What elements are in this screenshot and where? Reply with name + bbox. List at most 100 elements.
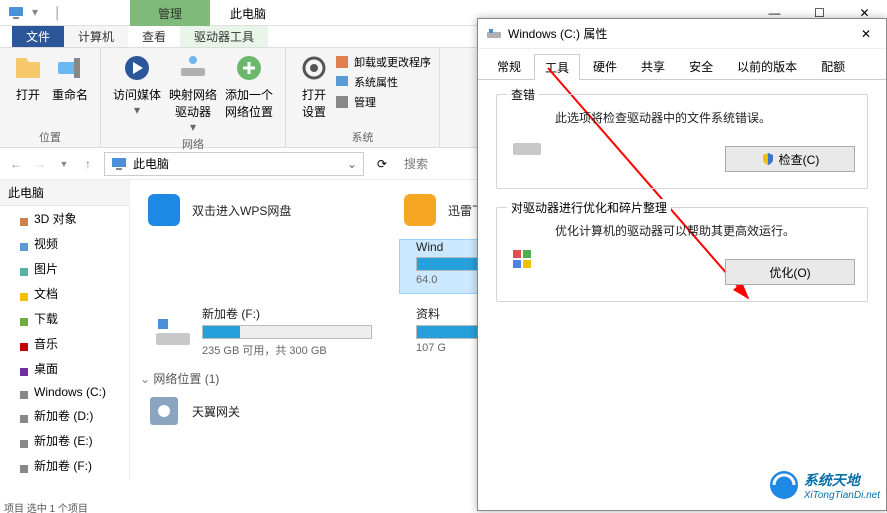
- sidebar-item-label: 音乐: [34, 335, 58, 352]
- optimize-button[interactable]: 优化(O): [725, 259, 855, 285]
- dialog-tab[interactable]: 以前的版本: [726, 53, 808, 79]
- sidebar-item[interactable]: 视频: [0, 231, 129, 256]
- tab-computer[interactable]: 计算机: [64, 26, 128, 47]
- pc-icon: [8, 5, 24, 21]
- uninstall-button[interactable]: 卸载或更改程序: [334, 54, 431, 70]
- map-drive-button[interactable]: 映射网络 驱动器 ▾: [169, 52, 217, 134]
- sidebar-item[interactable]: 音乐: [0, 331, 129, 356]
- sidebar-icon: [20, 388, 28, 396]
- folder-icon: [400, 190, 440, 230]
- search-text: 搜索: [404, 157, 428, 171]
- sidebar-item-label: 新加卷 (D:): [34, 407, 93, 424]
- check-button-label: 检查(C): [779, 151, 820, 168]
- sidebar-item[interactable]: Windows (C:): [0, 381, 129, 403]
- defrag-icon: [511, 248, 543, 272]
- refresh-button[interactable]: ⟳: [368, 152, 396, 176]
- manage-button[interactable]: 管理: [334, 94, 431, 110]
- tab-file[interactable]: 文件: [12, 26, 64, 47]
- dialog-body: 查错 此选项将检查驱动器中的文件系统错误。 检查(C) 对驱动器进行优化和碎片整…: [478, 80, 886, 505]
- statusbar: 项目 选中 1 个项目: [0, 500, 130, 513]
- dialog-close-button[interactable]: ✕: [846, 19, 886, 49]
- sidebar-item[interactable]: 新加卷 (D:): [0, 403, 129, 428]
- ribbon-group-system: 打开 设置 卸载或更改程序 系统属性 管理 系统: [286, 48, 440, 147]
- open-button[interactable]: 打开: [12, 52, 44, 127]
- watermark-url: XiTongTianDi.net: [804, 490, 880, 501]
- access-media-label: 访问媒体: [113, 86, 161, 103]
- watermark-icon: [768, 469, 800, 501]
- dialog-tab[interactable]: 共享: [630, 53, 676, 79]
- drive-item[interactable]: 新加卷 (F:)235 GB 可用，共 300 GB: [144, 305, 392, 358]
- access-media-button[interactable]: 访问媒体 ▾: [113, 52, 161, 134]
- open-settings-button[interactable]: 打开 设置: [298, 52, 330, 127]
- location-pc-icon: [111, 156, 127, 172]
- properties-dialog: Windows (C:) 属性 ✕ 常规工具硬件共享安全以前的版本配额 查错 此…: [477, 18, 887, 511]
- map-drive-label: 映射网络 驱动器: [169, 86, 217, 120]
- add-location-button[interactable]: 添加一个 网络位置: [225, 52, 273, 134]
- network-section-label: 网络位置 (1): [153, 372, 219, 386]
- dialog-title: Windows (C:) 属性: [508, 25, 607, 42]
- nav-sidebar: 此电脑 3D 对象视频图片文档下载音乐桌面 Windows (C:) 新加卷 (D:…: [0, 180, 130, 480]
- dialog-titlebar: Windows (C:) 属性 ✕: [478, 19, 886, 49]
- network-item-label: 天翼网关: [192, 405, 240, 419]
- optimize-button-label: 优化(O): [769, 264, 810, 281]
- sidebar-item-label: Windows (C:): [34, 385, 106, 399]
- sidebar-item-label: 3D 对象: [34, 210, 77, 227]
- dialog-tabs: 常规工具硬件共享安全以前的版本配额: [478, 49, 886, 80]
- window-title: 此电脑: [230, 5, 266, 22]
- sidebar-icon: [20, 412, 28, 420]
- tab-drive-tools[interactable]: 驱动器工具: [180, 26, 268, 47]
- folder-item[interactable]: 双击进入WPS网盘: [144, 190, 392, 230]
- search-box[interactable]: 搜索: [396, 155, 436, 172]
- dialog-tab[interactable]: 安全: [678, 53, 724, 79]
- add-location-label: 添加一个 网络位置: [225, 86, 273, 120]
- contextual-tab-manage: 管理: [130, 0, 210, 26]
- open-label: 打开: [16, 86, 40, 103]
- sidebar-header[interactable]: 此电脑: [0, 180, 129, 206]
- folder-name: 双击进入WPS网盘: [192, 204, 291, 218]
- dialog-tab[interactable]: 工具: [534, 54, 580, 80]
- group-label-location: 位置: [8, 129, 92, 145]
- sidebar-icon: [20, 265, 28, 273]
- sidebar-icon: [20, 240, 28, 248]
- sidebar-icon: [20, 215, 28, 223]
- dialog-tab[interactable]: 常规: [486, 53, 532, 79]
- address-dropdown-icon[interactable]: ⌄: [347, 157, 357, 171]
- check-desc: 此选项将检查驱动器中的文件系统错误。: [555, 109, 855, 126]
- optimize-desc: 优化计算机的驱动器可以帮助其更高效运行。: [555, 222, 855, 239]
- check-group: 查错 此选项将检查驱动器中的文件系统错误。 检查(C): [496, 94, 868, 189]
- forward-button[interactable]: →: [28, 152, 52, 176]
- qat-sep: │: [54, 6, 62, 20]
- folder-icon: [144, 190, 184, 230]
- recent-dropdown[interactable]: ▼: [52, 152, 76, 176]
- sidebar-item[interactable]: 文档: [0, 281, 129, 306]
- sidebar-item[interactable]: 新加卷 (E:): [0, 428, 129, 453]
- sidebar-item[interactable]: 桌面: [0, 356, 129, 381]
- optimize-legend: 对驱动器进行优化和碎片整理: [507, 199, 671, 216]
- system-properties-button[interactable]: 系统属性: [334, 74, 431, 90]
- qat-dropdown-icon[interactable]: ▾: [32, 5, 48, 21]
- sidebar-item[interactable]: 图片: [0, 256, 129, 281]
- check-button[interactable]: 检查(C): [725, 146, 855, 172]
- dialog-tab[interactable]: 配额: [810, 53, 856, 79]
- address-text: 此电脑: [133, 155, 169, 172]
- drive-free: 235 GB 可用，共 300 GB: [202, 342, 392, 358]
- sidebar-item[interactable]: 下载: [0, 306, 129, 331]
- address-input[interactable]: 此电脑 ⌄: [104, 152, 364, 176]
- sidebar-item[interactable]: 新加卷 (F:): [0, 453, 129, 478]
- up-button[interactable]: ↑: [76, 152, 100, 176]
- ribbon-group-network: 访问媒体 ▾ 映射网络 驱动器 ▾ 添加一个 网络位置 网络: [101, 48, 286, 147]
- gateway-icon: [144, 391, 184, 431]
- sidebar-item[interactable]: 3D 对象: [0, 206, 129, 231]
- drive-icon: [486, 26, 502, 42]
- back-button[interactable]: ←: [4, 152, 28, 176]
- ribbon-group-location: 打开 重命名 位置: [0, 48, 101, 147]
- disk-check-icon: [511, 135, 543, 159]
- manage-item-label: 管理: [354, 94, 376, 110]
- tab-view[interactable]: 查看: [128, 26, 180, 47]
- sidebar-icon: [20, 315, 28, 323]
- sidebar-item-label: 新加卷 (F:): [34, 457, 92, 474]
- dialog-tab[interactable]: 硬件: [582, 53, 628, 79]
- network-item[interactable]: 天翼网关: [144, 391, 392, 431]
- rename-button[interactable]: 重命名: [52, 52, 88, 127]
- manage-label: 管理: [158, 5, 182, 22]
